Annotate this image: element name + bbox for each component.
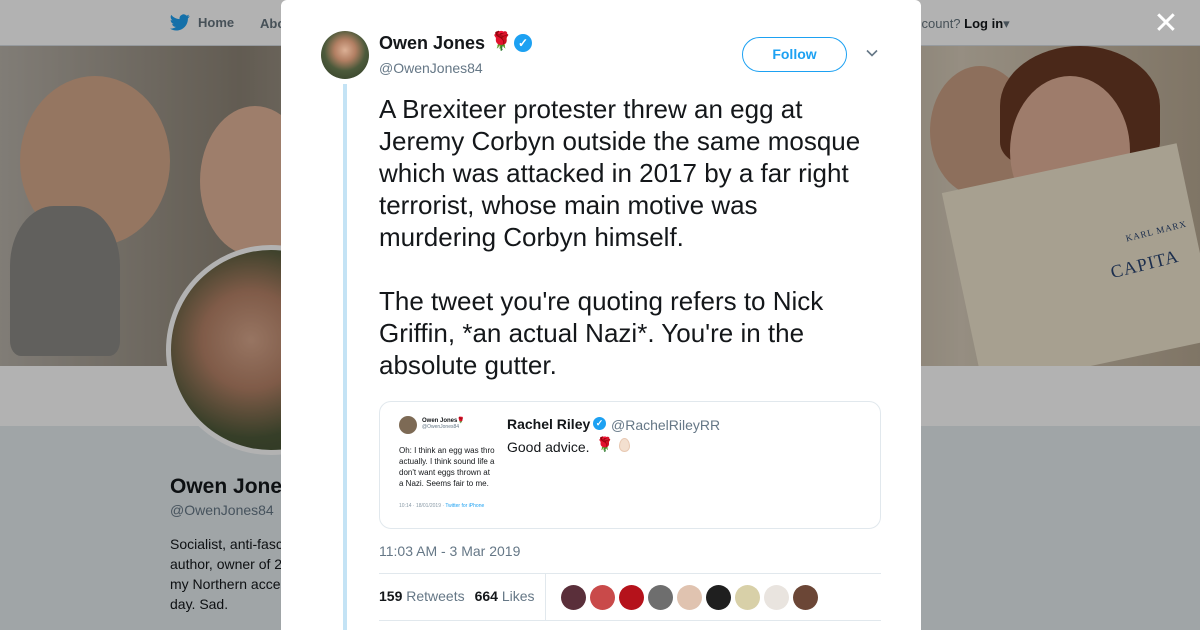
quoted-tweet-text: Good advice. [507,439,590,455]
quoted-author-name: Rachel Riley [507,416,591,432]
author-name[interactable]: Owen Jones [379,33,485,54]
author-handle[interactable]: @OwenJones84 [379,60,483,76]
mini-meta: 10:14 · 18/01/2019 · Twitter for iPhone [399,503,484,509]
retweets-label: Retweets [406,588,465,604]
rose-icon: 🌹 [596,436,614,452]
chevron-down-icon[interactable] [865,46,879,60]
liker-avatar[interactable] [561,585,586,610]
tweet-stats: 159 Retweets 664 Likes [379,588,535,604]
divider [379,573,881,574]
mini-text: Oh: I think an egg was thro actually. I … [399,446,495,488]
retweets-count: 159 [379,588,403,604]
likes-count: 664 [474,588,498,604]
close-icon[interactable]: ✕ [1152,9,1180,39]
likes-stat[interactable]: 664 Likes [475,588,535,604]
tweet-timestamp[interactable]: 11:03 AM - 3 Mar 2019 [379,543,520,559]
liker-avatar[interactable] [735,585,760,610]
mini-meta-time: 10:14 · 18/01/2019 · [399,503,446,509]
egg-icon [619,438,631,453]
quoted-author-handle: @RachelRileyRR [611,417,721,433]
liker-avatar[interactable] [793,585,818,610]
liker-avatar[interactable] [590,585,615,610]
verified-badge-icon: ✓ [514,34,532,52]
liker-avatars [561,585,818,610]
mini-meta-source: Twitter for iPhone [445,503,485,509]
rose-icon: 🌹 [490,31,513,51]
thread-line [343,84,347,630]
quoted-tweet-emoji: 🌹 [596,436,631,453]
divider [545,574,546,620]
liker-avatar[interactable] [677,585,702,610]
liker-avatar[interactable] [764,585,789,610]
liker-avatar[interactable] [648,585,673,610]
quoted-tweet[interactable]: Owen Jones🌹 @OwenJones84 Oh: I think an … [379,401,881,529]
tweet-modal: Owen Jones 🌹 ✓ @OwenJones84 Follow A Bre… [281,0,921,630]
liker-avatar[interactable] [706,585,731,610]
mini-name: Owen Jones🌹 [422,418,465,424]
liker-avatar[interactable] [619,585,644,610]
author-avatar[interactable] [321,31,369,79]
divider [379,620,881,621]
quoted-tweet-image: Owen Jones🌹 @OwenJones84 Oh: I think an … [393,411,496,518]
verified-badge-icon: ✓ [593,417,606,430]
tweet-text: A Brexiteer protester threw an egg at Je… [379,94,861,380]
retweets-stat[interactable]: 159 Retweets [379,588,465,604]
likes-label: Likes [501,588,535,604]
mini-handle: @OwenJones84 [422,424,460,430]
follow-button[interactable]: Follow [742,37,847,72]
mini-avatar [399,416,417,434]
